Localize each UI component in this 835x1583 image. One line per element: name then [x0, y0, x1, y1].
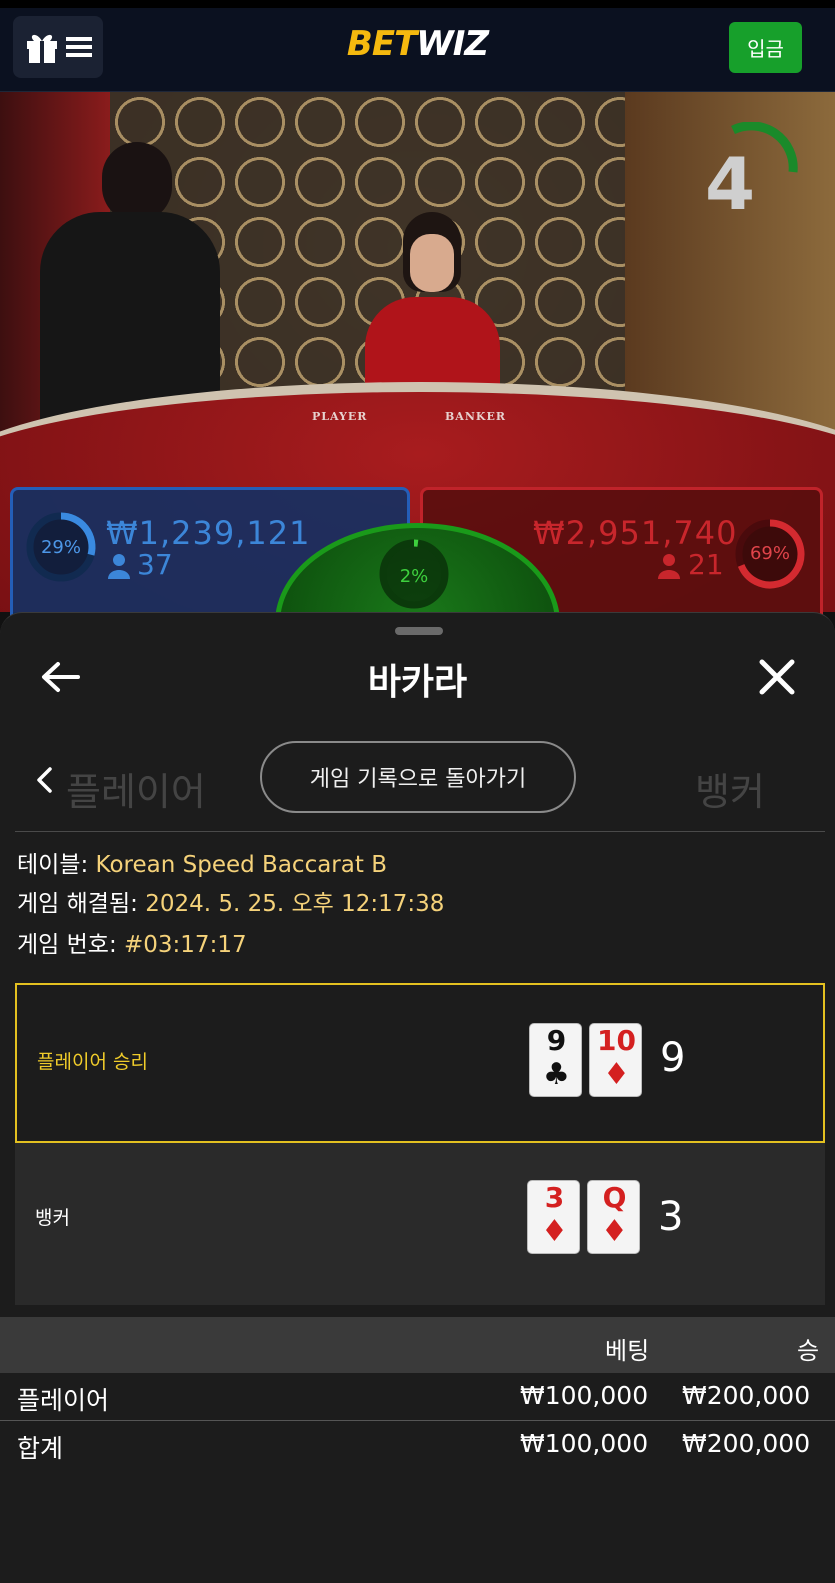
background-ghost-text: 뱅커 — [695, 770, 765, 814]
game-detail-sheet: 바카라 플레이어 뱅커 게임 기록으로 돌아가기 테이블: Korean Spe… — [0, 612, 835, 1583]
bet-column-header: 베팅 — [605, 1337, 650, 1365]
win-amount: ₩200,000 — [682, 1381, 811, 1410]
playing-card: 10 ♦ — [589, 1023, 642, 1097]
banker-bettor-count: 21 — [688, 548, 724, 581]
background-ghost-text: 플레이어 — [66, 770, 206, 814]
table-label-player: PLAYER — [312, 410, 368, 423]
player-user-icon — [108, 554, 130, 579]
divider — [15, 831, 825, 832]
resolved-info: 게임 해결됨: 2024. 5. 25. 오후 12:17:38 — [17, 891, 445, 917]
playing-card: 9 ♣ — [529, 1023, 582, 1097]
deposit-button[interactable]: 입금 — [729, 22, 802, 73]
close-icon[interactable] — [755, 655, 799, 699]
player-bet-amount: ₩1,239,121 — [106, 514, 311, 552]
player-bettor-count: 37 — [137, 548, 173, 581]
result-label: 뱅커 — [35, 1207, 70, 1229]
back-to-history-button[interactable]: 게임 기록으로 돌아가기 — [260, 741, 576, 813]
playing-card: Q ♦ — [587, 1180, 640, 1254]
table-row: 플레이어 ₩100,000 ₩200,000 — [0, 1373, 835, 1421]
game-number-info: 게임 번호: #03:17:17 — [17, 932, 247, 958]
banker-result-row: 뱅커 3 ♦ Q ♦ 3 — [15, 1143, 825, 1305]
hand-total: 9 — [660, 1035, 686, 1081]
bet-amount: ₩100,000 — [520, 1381, 649, 1410]
player-percent: 29% — [40, 537, 81, 558]
betwiz-logo[interactable]: BETWIZ — [0, 24, 835, 64]
countdown-timer: 4 — [705, 142, 756, 226]
win-amount: ₩200,000 — [682, 1429, 811, 1458]
sheet-title: 바카라 — [367, 662, 468, 703]
total-label: 합계 — [17, 1434, 64, 1463]
win-column-header: 승 — [797, 1337, 820, 1365]
bet-name: 플레이어 — [17, 1386, 110, 1415]
chevron-left-icon[interactable] — [34, 766, 56, 794]
top-bar: BETWIZ 입금 — [0, 0, 835, 92]
table-row: 합계 ₩100,000 ₩200,000 — [0, 1421, 835, 1469]
banker-percent: 69% — [749, 543, 790, 564]
bet-amount: ₩100,000 — [520, 1429, 649, 1458]
tie-percent: 2% — [399, 566, 429, 587]
sheet-drag-handle[interactable] — [395, 627, 443, 635]
table-label-banker: BANKER — [445, 410, 506, 423]
table-info: 테이블: Korean Speed Baccarat B — [17, 852, 387, 878]
banker-bet-amount: ₩2,951,740 — [533, 514, 738, 552]
playing-card: 3 ♦ — [527, 1180, 580, 1254]
status-strip — [0, 0, 835, 8]
result-label: 플레이어 승리 — [37, 1051, 148, 1073]
bets-table-header: 베팅 승 — [0, 1317, 835, 1373]
player-result-row: 플레이어 승리 9 ♣ 10 ♦ 9 — [15, 983, 825, 1143]
banker-user-icon — [658, 554, 680, 579]
hand-total: 3 — [658, 1194, 684, 1240]
